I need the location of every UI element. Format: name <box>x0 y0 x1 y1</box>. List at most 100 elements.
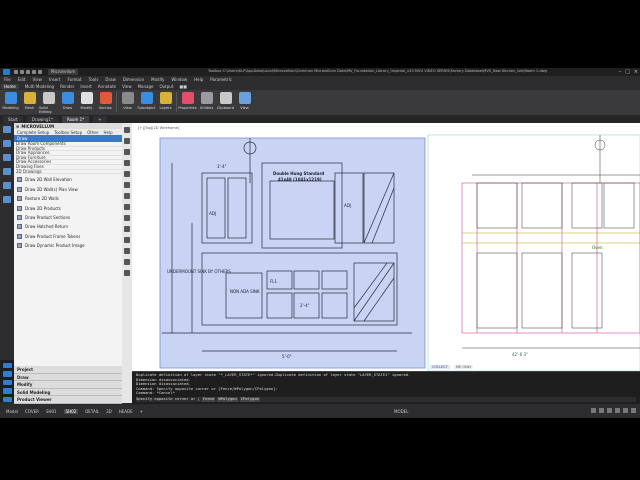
option-fence[interactable]: Fence <box>202 396 216 402</box>
panel-section-1[interactable]: Draw <box>14 373 122 382</box>
option-cpolygon[interactable]: CPolygon <box>239 396 261 402</box>
layout-tab-5[interactable]: 3D <box>106 409 112 414</box>
panel-menu-item[interactable]: Complete Setup <box>17 130 49 135</box>
polar-icon[interactable] <box>615 408 620 413</box>
ribbon-tab-1[interactable]: Multi Modeling <box>25 84 54 89</box>
draw-item[interactable]: Draw Product Sections <box>17 213 122 222</box>
draw-icon[interactable] <box>2 371 12 377</box>
layout-tab-7[interactable]: + <box>140 409 143 414</box>
new-icon[interactable] <box>14 70 18 74</box>
move-icon[interactable] <box>124 182 130 188</box>
option-wpolygon[interactable]: WPolygon <box>217 396 238 402</box>
menu-window[interactable]: Window <box>171 77 187 82</box>
drawing-canvas[interactable]: [+][Top][2D Wireframe] Double Hung Stand… <box>132 123 640 371</box>
text-icon[interactable] <box>3 196 11 203</box>
draw-item[interactable]: Draw Hatched Return <box>17 222 122 231</box>
settings-icon[interactable] <box>631 408 636 413</box>
ribbon-tab-0[interactable]: Home <box>1 84 19 89</box>
doc-tab-3[interactable]: + <box>93 115 107 123</box>
menu-modify[interactable]: Modify <box>151 77 164 82</box>
layout-tab-0[interactable]: Model <box>6 409 18 414</box>
ribbon-button-modify[interactable]: Modify <box>77 90 96 114</box>
layout-tab-1[interactable]: COVER <box>25 409 39 414</box>
ribbon-button-view[interactable]: View <box>235 90 254 114</box>
ribbon-button-mesh[interactable]: Mesh <box>20 90 39 114</box>
menu-file[interactable]: File <box>4 77 11 82</box>
circle-icon[interactable] <box>3 154 11 161</box>
ribbon-button-properties[interactable]: Properties <box>178 90 197 114</box>
osnap-icon[interactable] <box>623 408 628 413</box>
doc-tab-0[interactable]: Start <box>3 115 23 123</box>
solid-icon[interactable] <box>2 388 12 394</box>
maximize-icon[interactable]: □ <box>625 69 630 75</box>
fillet-icon[interactable] <box>124 259 130 265</box>
offset-icon[interactable] <box>124 160 130 166</box>
mirror-icon[interactable] <box>124 149 130 155</box>
menu-draw[interactable]: Draw <box>105 77 115 82</box>
draw-item[interactable]: Draw 2D Wall Elevation <box>17 175 122 184</box>
copy-icon[interactable] <box>124 138 130 144</box>
polyline-icon[interactable] <box>3 140 11 147</box>
rectangle-icon[interactable] <box>3 182 11 189</box>
menu-icon[interactable]: ≡ <box>16 124 19 129</box>
ribbon-tab-6[interactable]: Manage <box>138 84 154 89</box>
open-icon[interactable] <box>20 70 24 74</box>
ribbon-button-modeling[interactable]: Modeling <box>1 90 20 114</box>
menu-insert[interactable]: Insert <box>49 77 60 82</box>
viewer-icon[interactable] <box>2 396 12 403</box>
menu-format[interactable]: Format <box>67 77 81 82</box>
ortho-icon[interactable] <box>607 408 612 413</box>
close-icon[interactable]: × <box>634 69 638 75</box>
redo-icon[interactable] <box>38 70 42 74</box>
ribbon-button-draw[interactable]: Draw <box>58 90 77 114</box>
app-logo-icon[interactable] <box>3 69 10 75</box>
ribbon-button-clipboard[interactable]: Clipboard <box>216 90 235 114</box>
break-icon[interactable] <box>124 248 130 254</box>
ribbon-tab-7[interactable]: Output <box>160 84 174 89</box>
extend-icon[interactable] <box>124 237 130 243</box>
ribbon-button-subobject[interactable]: Subobject <box>137 90 156 114</box>
menu-dimension[interactable]: Dimension <box>123 77 144 82</box>
menu-tools[interactable]: Tools <box>89 77 99 82</box>
ribbon-tab-5[interactable]: View <box>122 84 132 89</box>
draw-item[interactable]: Draw 2D Wall(s) Plan View <box>17 185 122 194</box>
explode-icon[interactable] <box>124 270 130 276</box>
panel-section-3[interactable]: Solid Modeling <box>14 388 122 397</box>
doc-tab-2[interactable]: Room 1* <box>61 115 90 123</box>
erase-icon[interactable] <box>124 127 130 133</box>
draw-item[interactable]: Draw Dynamic Product Image <box>17 241 122 250</box>
ribbon-button-section[interactable]: Section <box>96 90 115 114</box>
ribbon-tab-8[interactable]: ■■ <box>179 84 187 89</box>
ribbon-button-utilities[interactable]: Utilities <box>197 90 216 114</box>
scale-icon[interactable] <box>124 204 130 210</box>
ribbon-button-view[interactable]: View <box>118 90 137 114</box>
ribbon-tab-3[interactable]: Insert <box>80 84 91 89</box>
grid-icon[interactable] <box>599 408 604 413</box>
list-item[interactable]: 2D Drawings <box>16 169 122 175</box>
ribbon-button-layers[interactable]: Layers <box>156 90 175 114</box>
menu-parametric[interactable]: Parametric <box>210 77 232 82</box>
layout-tab-3[interactable]: SH02 <box>63 409 79 414</box>
menu-help[interactable]: Help <box>194 77 203 82</box>
undo-icon[interactable] <box>32 70 36 74</box>
layout-tab-meonly[interactable]: ME ONLY <box>454 365 474 369</box>
ribbon-tab-2[interactable]: Render <box>60 84 74 89</box>
panel-section-0[interactable]: Project <box>14 366 122 374</box>
draw-item[interactable]: Restore 2D Walls <box>17 194 122 203</box>
panel-menu-item[interactable]: Other <box>87 130 98 135</box>
project-icon[interactable] <box>2 363 12 369</box>
minimize-icon[interactable]: – <box>619 69 622 75</box>
array-icon[interactable] <box>124 171 130 177</box>
rotate-icon[interactable] <box>124 193 130 199</box>
profile-dropdown[interactable]: Microvellum <box>48 69 79 75</box>
ribbon-button-solid-editing[interactable]: Solid Editing <box>39 90 58 114</box>
save-icon[interactable] <box>26 70 30 74</box>
model-space-toggle[interactable]: MODEL <box>394 409 408 414</box>
layout-tab-6[interactable]: HEADE <box>119 409 133 414</box>
draw-item[interactable]: Draw 2D Products <box>17 203 122 212</box>
modify-icon[interactable] <box>2 379 12 386</box>
menu-edit[interactable]: Edit <box>18 77 26 82</box>
snap-icon[interactable] <box>591 408 596 413</box>
stretch-icon[interactable] <box>124 215 130 221</box>
layout-tab-2[interactable]: SH01 <box>46 409 57 414</box>
